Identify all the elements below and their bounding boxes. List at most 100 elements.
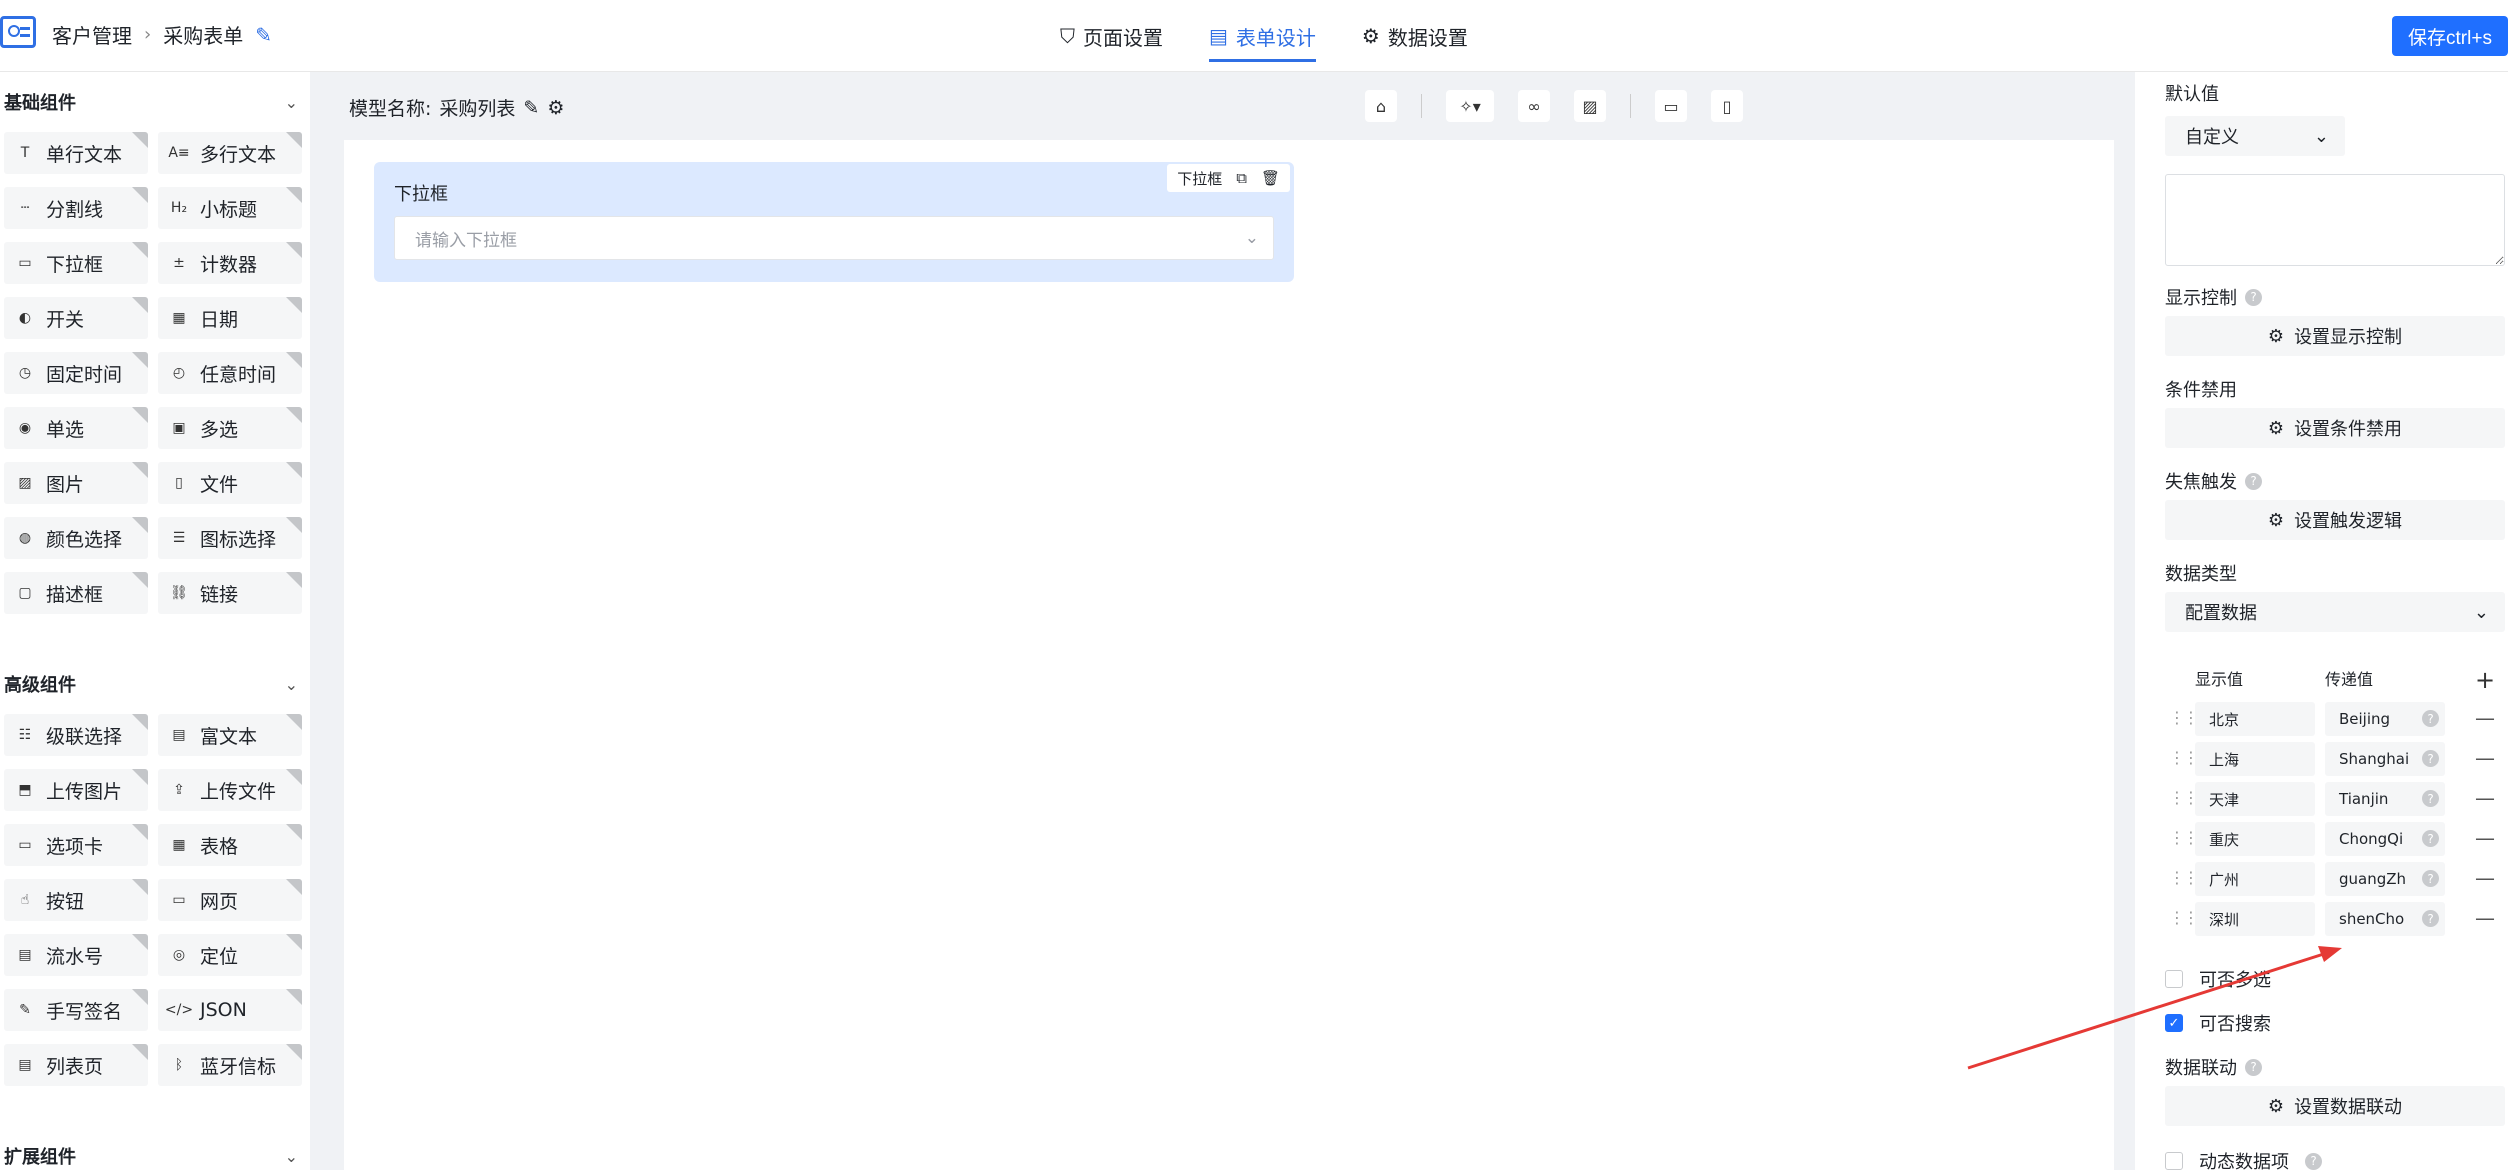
help-icon[interactable]: ? [2245, 1058, 2262, 1076]
tab-data-settings[interactable]: ⚙ 数据设置 [1362, 0, 1468, 72]
searchable-option[interactable]: ✓ 可否搜索 [2165, 1010, 2271, 1036]
component-item[interactable]: ◉ 单选 [4, 407, 148, 449]
option-pass-value[interactable]: Shanghai? [2325, 742, 2445, 776]
component-item[interactable]: ┄ 分割线 [4, 187, 148, 229]
component-item[interactable]: ± 计数器 [158, 242, 302, 284]
searchable-checkbox[interactable]: ✓ [2165, 1014, 2183, 1032]
condition-disable-button[interactable]: ⚙ 设置条件禁用 [2165, 408, 2505, 448]
default-value-select[interactable]: 自定义 ⌄ [2165, 116, 2345, 156]
dynamic-item-checkbox[interactable] [2165, 1152, 2183, 1170]
help-icon[interactable]: ? [2422, 750, 2439, 767]
component-item[interactable]: ▭ 下拉框 [4, 242, 148, 284]
component-item[interactable]: ◴ 任意时间 [158, 352, 302, 394]
remove-option-icon[interactable]: — [2475, 906, 2495, 930]
component-item[interactable]: ✎ 手写签名 [4, 989, 148, 1031]
option-pass-value[interactable]: Beijing? [2325, 702, 2445, 736]
option-show-value[interactable]: 天津 [2195, 782, 2315, 816]
chevron-down-icon[interactable]: ⌄ [285, 675, 298, 694]
component-item[interactable]: ▤ 富文本 [158, 714, 302, 756]
component-item[interactable]: ◍ 颜色选择 [4, 517, 148, 559]
magic-wand-icon[interactable]: ✧▾ [1446, 90, 1494, 122]
save-button[interactable]: 保存ctrl+s [2392, 16, 2508, 56]
remove-option-icon[interactable]: — [2475, 866, 2495, 890]
drag-handle-icon[interactable]: ⋮⋮ [2169, 868, 2199, 887]
component-item[interactable]: ▭ 网页 [158, 879, 302, 921]
data-type-select[interactable]: 配置数据 ⌄ [2165, 592, 2505, 632]
link-icon[interactable]: ∞ [1518, 90, 1550, 122]
component-item[interactable]: ◎ 定位 [158, 934, 302, 976]
drag-handle-icon[interactable]: ⋮⋮ [2169, 708, 2199, 727]
component-item[interactable]: ▯ 文件 [158, 462, 302, 504]
selected-dropdown-field[interactable]: 下拉框 下拉框 ⧉ 🗑 请输入下拉框 ⌄ [374, 162, 1294, 282]
help-icon[interactable]: ? [2305, 1152, 2322, 1170]
edit-icon[interactable]: ✎ [255, 23, 272, 47]
help-icon[interactable]: ? [2422, 790, 2439, 807]
default-value-textarea[interactable] [2165, 174, 2505, 266]
component-item[interactable]: ▣ 多选 [158, 407, 302, 449]
trash-icon[interactable]: 🗑 [1261, 169, 1280, 187]
remove-option-icon[interactable]: — [2475, 706, 2495, 730]
remove-option-icon[interactable]: — [2475, 786, 2495, 810]
option-pass-value[interactable]: Tianjin? [2325, 782, 2445, 816]
help-icon[interactable]: ? [2245, 288, 2262, 306]
form-canvas[interactable]: 下拉框 下拉框 ⧉ 🗑 请输入下拉框 ⌄ [344, 140, 2114, 1170]
multi-select-option[interactable]: 可否多选 [2165, 966, 2271, 992]
component-item[interactable]: ☷ 级联选择 [4, 714, 148, 756]
settings-icon[interactable]: ⚙ [547, 97, 564, 119]
option-show-value[interactable]: 深圳 [2195, 902, 2315, 936]
section-basic-header[interactable]: 基础组件 ⌄ [0, 72, 310, 132]
component-item[interactable]: ☰ 图标选择 [158, 517, 302, 559]
drag-handle-icon[interactable]: ⋮⋮ [2169, 828, 2199, 847]
component-item[interactable]: T 单行文本 [4, 132, 148, 174]
component-item[interactable]: ▦ 日期 [158, 297, 302, 339]
dynamic-item-option[interactable]: 动态数据项 ? [2165, 1148, 2322, 1170]
help-icon[interactable]: ? [2422, 710, 2439, 727]
home-icon[interactable]: ⌂ [1365, 90, 1397, 122]
component-item[interactable]: ▦ 表格 [158, 824, 302, 866]
option-pass-value[interactable]: guangZh? [2325, 862, 2445, 896]
component-item[interactable]: ▤ 流水号 [4, 934, 148, 976]
copy-icon[interactable]: ⧉ [1236, 169, 1247, 187]
remove-option-icon[interactable]: — [2475, 826, 2495, 850]
component-item[interactable]: ▤ 列表页 [4, 1044, 148, 1086]
chevron-down-icon[interactable]: ⌄ [285, 1147, 298, 1166]
component-item[interactable]: ⇪ 上传文件 [158, 769, 302, 811]
component-item[interactable]: ◷ 固定时间 [4, 352, 148, 394]
component-item[interactable]: ⬒ 上传图片 [4, 769, 148, 811]
add-option-icon[interactable]: + [2475, 666, 2495, 694]
option-show-value[interactable]: 北京 [2195, 702, 2315, 736]
tab-form-design[interactable]: ▤ 表单设计 [1209, 0, 1316, 72]
option-show-value[interactable]: 上海 [2195, 742, 2315, 776]
mobile-view-icon[interactable]: ▯ [1711, 90, 1743, 122]
component-item[interactable]: ◐ 开关 [4, 297, 148, 339]
option-pass-value[interactable]: shenCho? [2325, 902, 2445, 936]
component-item[interactable]: ☝ 按钮 [4, 879, 148, 921]
option-show-value[interactable]: 重庆 [2195, 822, 2315, 856]
option-pass-value[interactable]: ChongQi? [2325, 822, 2445, 856]
edit-icon[interactable]: ✎ [523, 97, 539, 119]
desktop-view-icon[interactable]: ▭ [1655, 90, 1687, 122]
component-item[interactable]: H₂ 小标题 [158, 187, 302, 229]
component-item[interactable]: A≡ 多行文本 [158, 132, 302, 174]
remove-option-icon[interactable]: — [2475, 746, 2495, 770]
help-icon[interactable]: ? [2422, 870, 2439, 887]
help-icon[interactable]: ? [2422, 910, 2439, 927]
drag-handle-icon[interactable]: ⋮⋮ [2169, 908, 2199, 927]
drag-handle-icon[interactable]: ⋮⋮ [2169, 788, 2199, 807]
component-item[interactable]: ᛒ 蓝牙信标 [158, 1044, 302, 1086]
component-item[interactable]: ⛓ 链接 [158, 572, 302, 614]
data-link-button[interactable]: ⚙ 设置数据联动 [2165, 1086, 2505, 1126]
multi-select-checkbox[interactable] [2165, 970, 2183, 988]
blur-trigger-button[interactable]: ⚙ 设置触发逻辑 [2165, 500, 2505, 540]
dropdown-select[interactable]: 请输入下拉框 ⌄ [394, 216, 1274, 260]
component-item[interactable]: ▢ 描述框 [4, 572, 148, 614]
help-icon[interactable]: ? [2245, 472, 2262, 490]
component-item[interactable]: ▨ 图片 [4, 462, 148, 504]
help-icon[interactable]: ? [2422, 830, 2439, 847]
section-advanced-header[interactable]: 高级组件 ⌄ [0, 654, 310, 714]
component-item[interactable]: ▭ 选项卡 [4, 824, 148, 866]
drag-handle-icon[interactable]: ⋮⋮ [2169, 748, 2199, 767]
component-item[interactable]: </> JSON [158, 989, 302, 1031]
section-extension-header[interactable]: 扩展组件 ⌄ [0, 1126, 310, 1170]
chevron-down-icon[interactable]: ⌄ [285, 93, 298, 112]
